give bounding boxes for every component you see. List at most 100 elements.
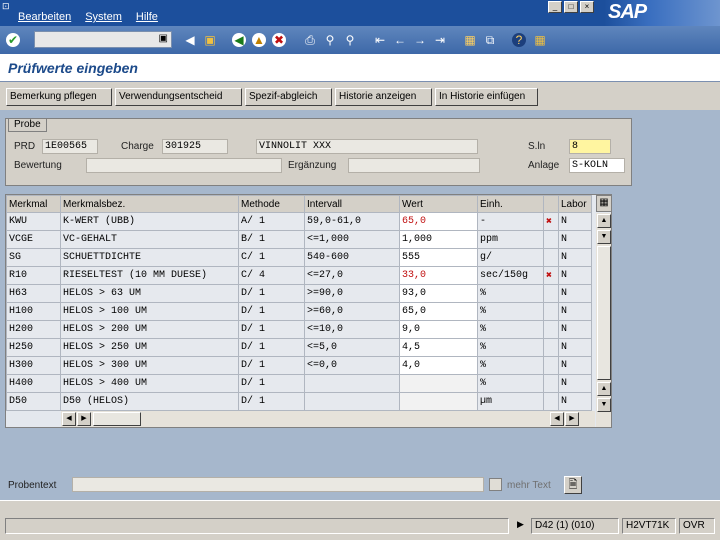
cell-wert[interactable]: 33,0	[399, 266, 478, 285]
table-row[interactable]: SG SCHUETTDICHTE C/ 1 540-600 555 g/N	[6, 248, 592, 267]
back-icon[interactable]: ◀	[232, 33, 246, 47]
command-history-icon[interactable]: ▣	[159, 33, 168, 44]
cell-wert[interactable]	[399, 392, 478, 411]
shortcut-icon[interactable]: ⧉	[482, 32, 498, 48]
text-editor-icon[interactable]: 🗎	[564, 476, 582, 494]
cell-intervall	[304, 374, 400, 393]
historie-anzeigen-button[interactable]: Historie anzeigen	[335, 88, 432, 106]
probentext-field[interactable]	[72, 477, 484, 492]
find-icon[interactable]: ⚲	[322, 32, 338, 48]
ergaenzung-field[interactable]	[348, 158, 480, 173]
cell-bewertung	[543, 374, 559, 393]
cell-wert[interactable]: 9,0	[399, 320, 478, 339]
maximize-icon[interactable]: □	[564, 1, 578, 13]
menu-hilfe[interactable]: Hilfe	[136, 11, 158, 23]
new-session-icon[interactable]: ▦	[462, 32, 478, 48]
prev-page-icon[interactable]: ←	[392, 32, 408, 48]
bewertung-field[interactable]	[86, 158, 282, 173]
prd-field[interactable]: 1E00565	[42, 139, 98, 154]
table-row[interactable]: H200 HELOS > 200 UM D/ 1 <=10,0 9,0% N	[6, 320, 592, 339]
sln-field[interactable]: 8	[569, 139, 611, 154]
col-einheit[interactable]: Einh.	[477, 195, 544, 213]
scroll-page-down-icon[interactable]: ▼	[597, 398, 611, 412]
enter-check-icon[interactable]: ✔	[6, 33, 20, 47]
title-bar: Prüfwerte eingeben	[0, 54, 720, 82]
charge-label: Charge	[121, 141, 154, 152]
cancel-icon[interactable]: ✖	[272, 33, 286, 47]
scroll-page-up-icon[interactable]: ▲	[597, 382, 611, 396]
table-row[interactable]: VCGE VC-GEHALT B/ 1 <=1,000 1,000 ppm N	[6, 230, 592, 249]
table-row[interactable]: H250 HELOS > 250 UM D/ 1 <=5,0 4,5% N	[6, 338, 592, 357]
next-page-icon[interactable]: →	[412, 32, 428, 48]
scroll-right-icon[interactable]: ▶	[77, 412, 91, 426]
first-page-icon[interactable]: ⇤	[372, 32, 388, 48]
table-settings-icon[interactable]: ▦	[596, 195, 611, 212]
cell-wert[interactable]: 93,0	[399, 284, 478, 303]
col-merkmalsbez[interactable]: Merkmalsbez.	[60, 195, 239, 213]
exit-icon[interactable]: ▲	[252, 33, 266, 47]
col-merkmal[interactable]: Merkmal	[6, 195, 61, 213]
verwendungsentscheid-button[interactable]: Verwendungsentscheid	[115, 88, 242, 106]
material-field[interactable]: VINNOLIT XXX	[256, 139, 478, 154]
cell-wert[interactable]	[399, 374, 478, 393]
cell-merkmalsbez: SCHUETTDICHTE	[60, 248, 239, 267]
table-row[interactable]: H400 HELOS > 400 UM D/ 1% N	[6, 374, 592, 393]
cell-labor: N	[558, 266, 592, 285]
table-row[interactable]: H100 HELOS > 100 UM D/ 1 >=60,0 65,0% N	[6, 302, 592, 321]
table-row[interactable]: H63 HELOS > 63 UM D/ 1 >=90,0 93,0% N	[6, 284, 592, 303]
system-menu-icon[interactable]: ⊡	[2, 1, 12, 11]
hscroll-thumb[interactable]	[93, 412, 141, 426]
cell-wert[interactable]: 555	[399, 248, 478, 267]
horizontal-scrollbar[interactable]: ◀ ▶ ◀ ▶	[61, 411, 595, 427]
cell-methode: D/ 1	[238, 392, 305, 411]
menu-bearbeiten[interactable]: Bearbeiten	[18, 11, 71, 23]
bemerkung-pflegen-button[interactable]: Bemerkung pflegen	[6, 88, 112, 106]
status-mode[interactable]: OVR	[679, 518, 715, 534]
cell-einheit: -	[477, 212, 544, 231]
cell-merkmalsbez: RIESELTEST (10 MM DUESE)	[60, 266, 239, 285]
scroll-up-icon[interactable]: ▲	[597, 214, 611, 228]
col-intervall[interactable]: Intervall	[304, 195, 400, 213]
print-icon[interactable]: ⎙	[302, 32, 318, 48]
charge-field[interactable]: 301925	[162, 139, 228, 154]
cell-bewertung	[543, 248, 559, 267]
col-labor[interactable]: Labor	[558, 195, 592, 213]
cell-wert[interactable]: 4,0	[399, 356, 478, 375]
collapse-icon[interactable]: ◀	[182, 32, 198, 48]
table-row[interactable]: R10 RIESELTEST (10 MM DUESE) C/ 4 <=27,0 33,…	[6, 266, 592, 285]
col-methode[interactable]: Methode	[238, 195, 305, 213]
cell-wert[interactable]: 65,0	[399, 212, 478, 231]
scroll-page-left-icon[interactable]: ◀	[550, 412, 564, 426]
table-row[interactable]: D50 D50 (HELOS) D/ 1 µm N	[6, 392, 592, 411]
col-bewertung[interactable]	[543, 195, 559, 213]
cell-merkmal: KWU	[6, 212, 61, 231]
vertical-scrollbar[interactable]: ▲ ▼ ▲ ▼	[596, 213, 611, 427]
cell-methode: D/ 1	[238, 284, 305, 303]
status-expand-icon[interactable]: ▶	[517, 519, 524, 530]
scroll-down-icon[interactable]: ▼	[597, 230, 611, 244]
scroll-left-icon[interactable]: ◀	[62, 412, 76, 426]
help-icon[interactable]: ?	[512, 33, 526, 47]
cell-wert[interactable]: 4,5	[399, 338, 478, 357]
in-historie-einfuegen-button[interactable]: In Historie einfügen	[435, 88, 538, 106]
col-wert[interactable]: Wert	[399, 195, 478, 213]
mehr-text-checkbox[interactable]	[489, 478, 502, 491]
last-page-icon[interactable]: ⇥	[432, 32, 448, 48]
ergaenzung-label: Ergänzung	[288, 160, 337, 171]
cell-merkmal: R10	[6, 266, 61, 285]
scroll-page-right-icon[interactable]: ▶	[565, 412, 579, 426]
cell-wert[interactable]: 1,000	[399, 230, 478, 249]
menu-system[interactable]: System	[85, 11, 122, 23]
close-icon[interactable]: ×	[580, 1, 594, 13]
minimize-icon[interactable]: _	[548, 1, 562, 13]
anlage-field[interactable]: S-KOLN	[569, 158, 625, 173]
command-field[interactable]: ▣	[34, 31, 172, 48]
scroll-thumb[interactable]	[597, 246, 611, 380]
layout-icon[interactable]: ▦	[532, 32, 548, 48]
save-icon[interactable]: ▣	[202, 32, 218, 48]
cell-wert[interactable]: 65,0	[399, 302, 478, 321]
spezif-abgleich-button[interactable]: Spezif-abgleich	[245, 88, 332, 106]
table-row[interactable]: H300 HELOS > 300 UM D/ 1 <=0,0 4,0% N	[6, 356, 592, 375]
table-row[interactable]: KWU K-WERT (UBB) A/ 1 59,0-61,0 65,0- ✖ N	[6, 212, 592, 231]
find-next-icon[interactable]: ⚲	[342, 32, 358, 48]
